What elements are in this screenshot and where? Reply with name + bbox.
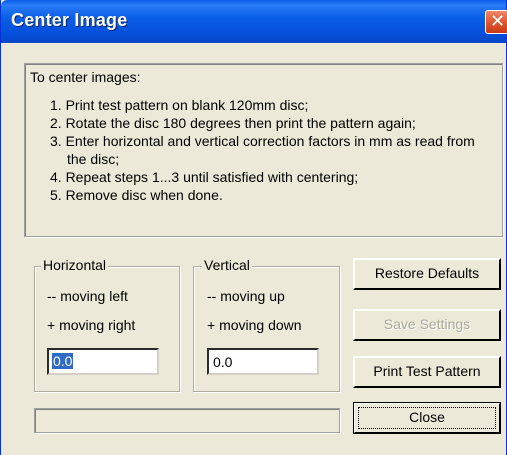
instructions-text: To center images: 1. Print test pattern … [30,68,500,204]
close-window-icon[interactable]: ✕ [485,10,507,34]
horizontal-hint-right: + moving right [47,317,136,333]
window-title: Center Image [11,10,128,30]
vertical-hint-up: -- moving up [207,288,285,304]
horizontal-correction-selection: 0.0 [52,353,74,369]
horizontal-group-legend: Horizontal [41,257,109,273]
vertical-correction-input[interactable] [207,348,319,375]
status-bar [34,408,340,433]
title-bar[interactable]: Center Image ✕ [1,0,507,43]
close-button[interactable]: Close [353,402,501,434]
instructions-intro: To center images: [30,69,141,85]
vertical-hint-down: + moving down [207,317,302,333]
instruction-step-1: 1. Print test pattern on blank 120mm dis… [50,97,309,113]
horizontal-hint-left: -- moving left [47,288,128,304]
save-settings-button[interactable]: Save Settings [353,309,501,341]
instruction-step-4: 4. Repeat steps 1...3 until satisfied wi… [50,169,359,185]
print-test-pattern-button[interactable]: Print Test Pattern [353,356,501,388]
vertical-group-legend: Vertical [202,257,252,273]
instruction-step-5: 5. Remove disc when done. [50,187,223,203]
instruction-step-3: 3. Enter horizontal and vertical correct… [50,133,475,167]
center-image-dialog: Center Image ✕ To center images: 1. Prin… [0,0,507,455]
restore-defaults-button[interactable]: Restore Defaults [353,258,501,290]
instruction-step-2: 2. Rotate the disc 180 degrees then prin… [50,115,416,131]
